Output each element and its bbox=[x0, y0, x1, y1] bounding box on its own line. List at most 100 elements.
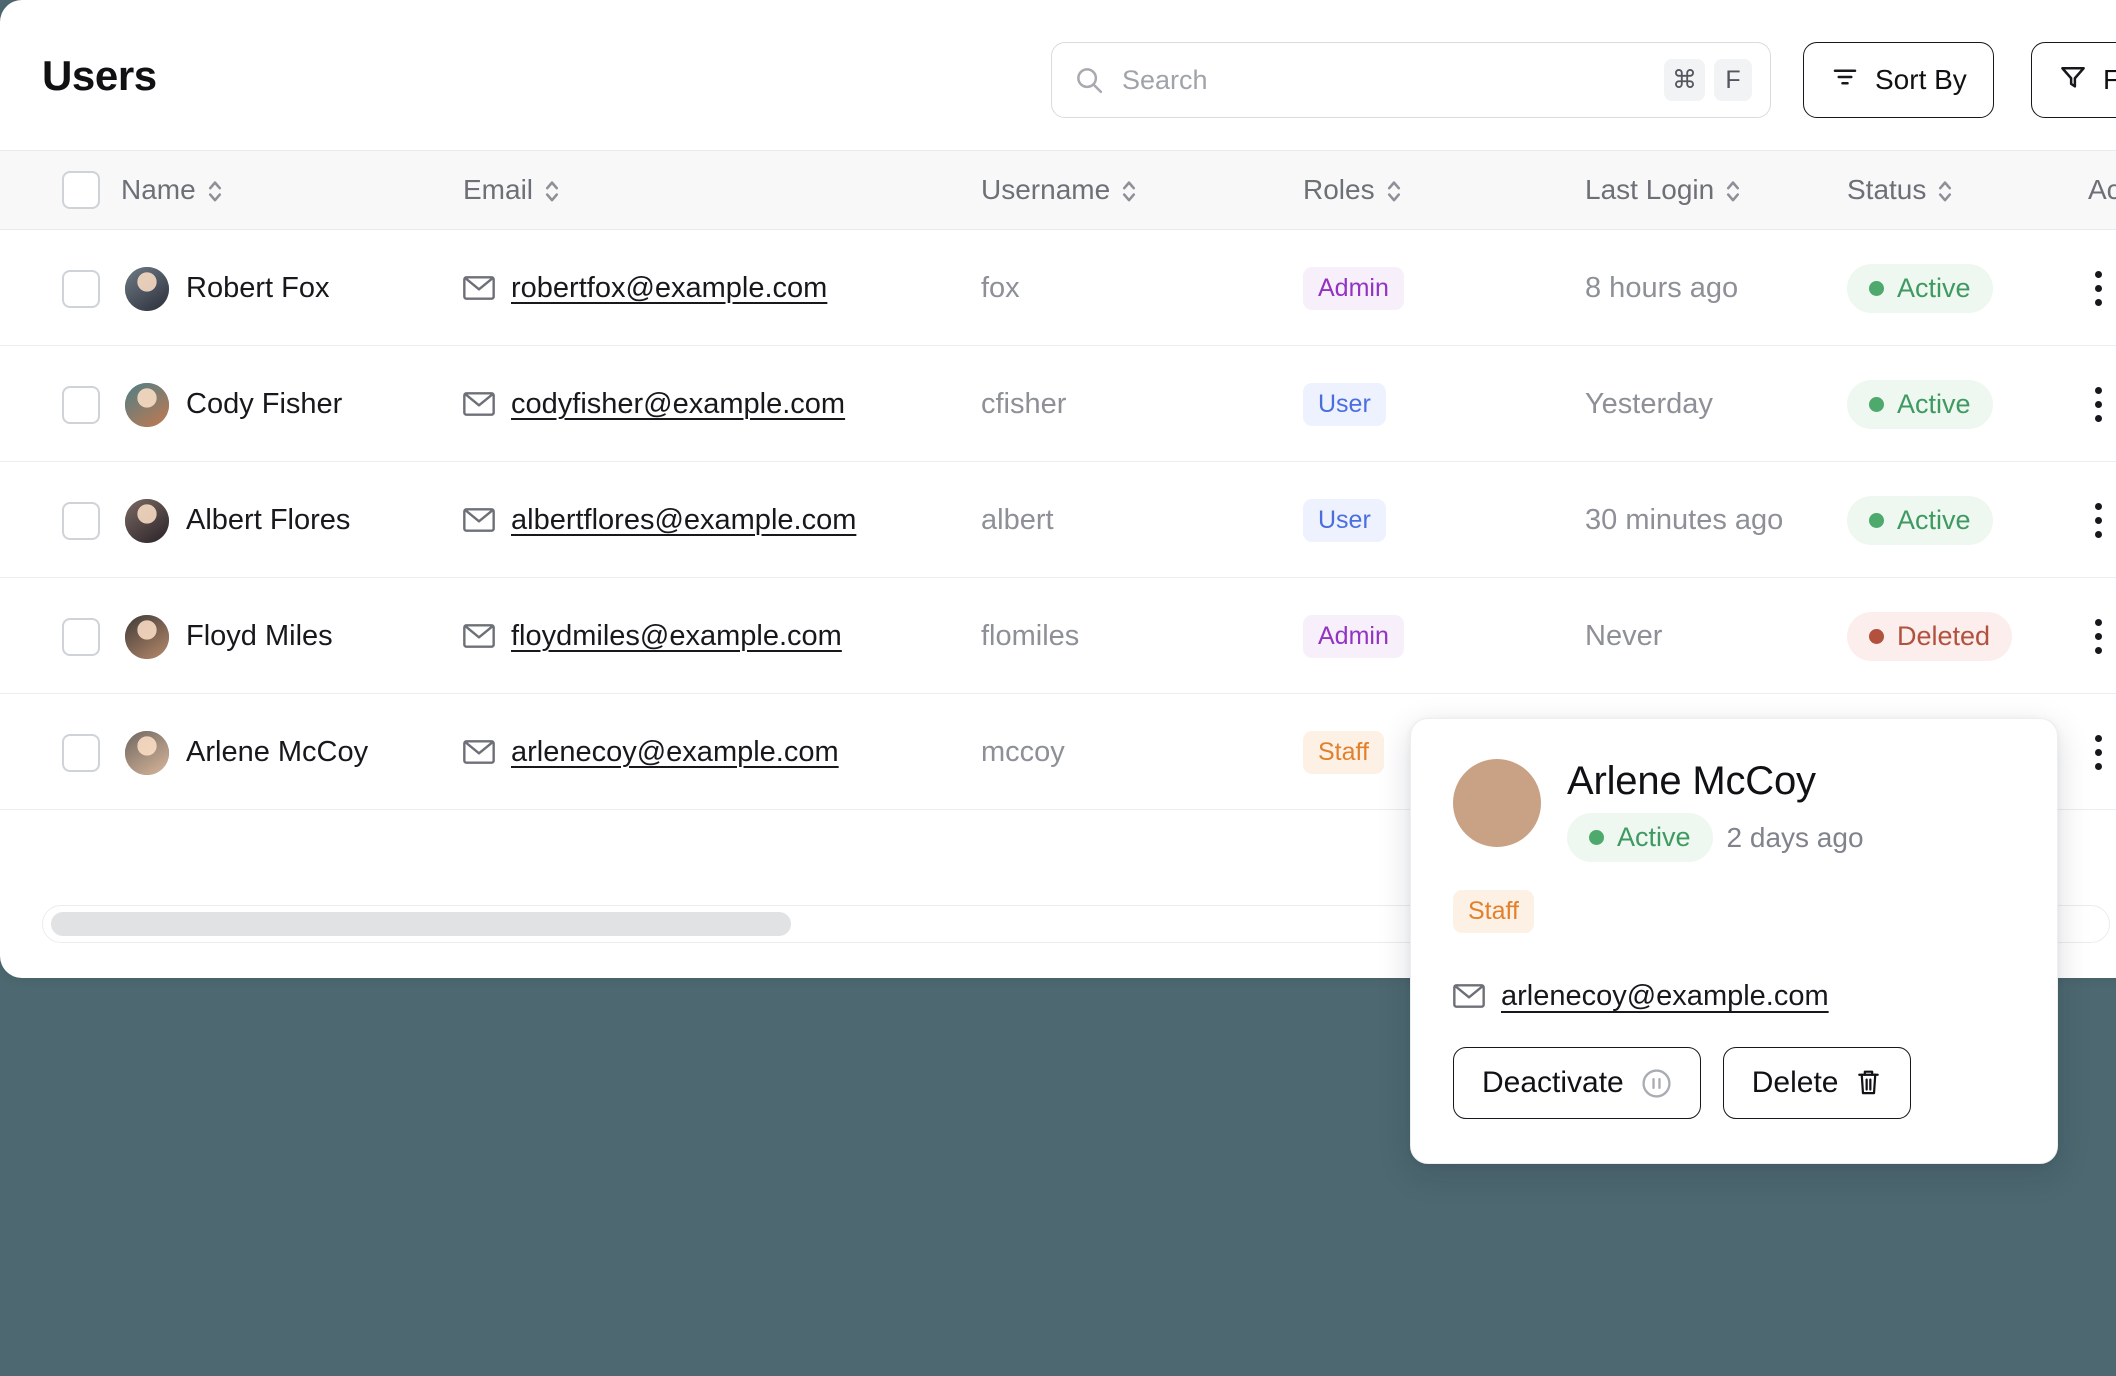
avatar bbox=[1453, 759, 1541, 847]
avatar bbox=[125, 382, 169, 427]
row-menu-icon[interactable] bbox=[2095, 387, 2102, 422]
row-checkbox[interactable] bbox=[62, 733, 100, 772]
cell-username: mccoy bbox=[981, 695, 1065, 810]
sort-toggle-icon bbox=[207, 177, 223, 203]
row-checkbox[interactable] bbox=[62, 385, 100, 424]
cell-roles: User bbox=[1303, 463, 1386, 578]
row-menu-icon[interactable] bbox=[2095, 619, 2102, 654]
filter-icon bbox=[2058, 62, 2088, 99]
table-row[interactable]: Cody Fisher codyfisher@example.com cfish… bbox=[0, 347, 2116, 462]
status-badge: Active bbox=[1847, 496, 1993, 545]
search-input[interactable]: Search ⌘ F bbox=[1051, 42, 1771, 118]
cell-roles: Admin bbox=[1303, 231, 1404, 346]
cell-name: Robert Fox bbox=[62, 231, 329, 346]
kbd-command: ⌘ bbox=[1664, 59, 1705, 101]
column-name-label: Name bbox=[121, 174, 196, 205]
status-dot-icon bbox=[1869, 281, 1884, 296]
cell-email: albertflores@example.com bbox=[463, 463, 856, 578]
table-header: Name Email Username Roles Last Login Sta… bbox=[0, 150, 2116, 230]
deactivate-button[interactable]: Deactivate bbox=[1453, 1047, 1701, 1119]
user-name: Albert Flores bbox=[186, 504, 351, 536]
delete-button[interactable]: Delete bbox=[1722, 1047, 1912, 1119]
cell-last-login: 30 minutes ago bbox=[1585, 463, 1783, 578]
cell-status: Active bbox=[1847, 347, 1993, 462]
sort-by-button[interactable]: Sort By bbox=[1803, 42, 1994, 118]
popover-user-name: Arlene McCoy bbox=[1567, 759, 1816, 803]
cell-email: floydmiles@example.com bbox=[463, 579, 842, 694]
email-link[interactable]: robertfox@example.com bbox=[511, 272, 827, 305]
user-name: Arlene McCoy bbox=[186, 736, 369, 768]
user-detail-popover: Arlene McCoy Active 2 days ago Staff arl… bbox=[1410, 718, 2058, 1164]
column-roles[interactable]: Roles bbox=[1303, 174, 1402, 206]
status-label: Active bbox=[1617, 822, 1691, 852]
row-menu-icon[interactable] bbox=[2095, 503, 2102, 538]
search-icon bbox=[1074, 65, 1104, 95]
cell-name: Albert Flores bbox=[62, 463, 350, 578]
last-login-value: Never bbox=[1585, 620, 1663, 652]
cell-email: arlenecoy@example.com bbox=[463, 695, 839, 810]
cell-actions bbox=[2095, 579, 2102, 694]
status-dot-icon bbox=[1869, 629, 1884, 644]
email-link[interactable]: floydmiles@example.com bbox=[511, 620, 842, 653]
filter-button[interactable]: F bbox=[2031, 42, 2116, 118]
row-checkbox[interactable] bbox=[62, 617, 100, 656]
cell-username: albert bbox=[981, 463, 1054, 578]
cell-status: Active bbox=[1847, 231, 1993, 346]
delete-label: Delete bbox=[1751, 1066, 1839, 1099]
email-link[interactable]: arlenecoy@example.com bbox=[511, 736, 839, 769]
user-name: Cody Fisher bbox=[186, 388, 343, 420]
scrollbar-thumb[interactable] bbox=[51, 912, 791, 936]
column-name[interactable]: Name bbox=[62, 171, 223, 209]
avatar bbox=[125, 730, 169, 775]
cell-roles: Staff bbox=[1303, 695, 1384, 810]
select-all-checkbox[interactable] bbox=[62, 171, 100, 209]
username-value: mccoy bbox=[981, 736, 1065, 768]
column-status[interactable]: Status bbox=[1847, 174, 1953, 206]
cell-username: fox bbox=[981, 231, 1020, 346]
cell-status: Active bbox=[1847, 463, 1993, 578]
column-email[interactable]: Email bbox=[463, 174, 560, 206]
user-name: Robert Fox bbox=[186, 272, 330, 304]
cell-actions bbox=[2095, 347, 2102, 462]
status-badge: Active bbox=[1847, 380, 1993, 429]
email-link[interactable]: albertflores@example.com bbox=[511, 504, 856, 537]
column-last-login[interactable]: Last Login bbox=[1585, 174, 1741, 206]
avatar bbox=[125, 266, 169, 311]
email-link[interactable]: codyfisher@example.com bbox=[511, 388, 845, 421]
cell-username: flomiles bbox=[981, 579, 1079, 694]
mail-icon bbox=[463, 391, 495, 418]
last-login-value: Yesterday bbox=[1585, 388, 1713, 420]
username-value: cfisher bbox=[981, 388, 1067, 420]
popover-email-link[interactable]: arlenecoy@example.com bbox=[1501, 980, 1829, 1013]
search-placeholder: Search bbox=[1122, 64, 1208, 95]
toolbar: Users Search ⌘ F Sort By F bbox=[0, 0, 2116, 150]
popover-header: Arlene McCoy Active 2 days ago bbox=[1453, 759, 2015, 862]
mail-icon bbox=[463, 507, 495, 534]
table-row[interactable]: Albert Flores albertflores@example.com a… bbox=[0, 463, 2116, 578]
status-badge: Active bbox=[1847, 264, 1993, 313]
user-name: Floyd Miles bbox=[186, 620, 333, 652]
cell-name: Arlene McCoy bbox=[62, 695, 368, 810]
role-badge: Staff bbox=[1303, 731, 1384, 774]
column-username[interactable]: Username bbox=[981, 174, 1137, 206]
row-checkbox[interactable] bbox=[62, 501, 100, 540]
kbd-f: F bbox=[1714, 59, 1752, 101]
table-row[interactable]: Floyd Miles floydmiles@example.com flomi… bbox=[0, 579, 2116, 694]
popover-roles: Staff bbox=[1453, 890, 2015, 933]
sort-by-label: Sort By bbox=[1875, 64, 1967, 95]
username-value: flomiles bbox=[981, 620, 1080, 652]
pause-circle-icon bbox=[1641, 1068, 1672, 1099]
row-menu-icon[interactable] bbox=[2095, 735, 2102, 770]
search-shortcut: ⌘ F bbox=[1664, 59, 1752, 101]
column-last-login-label: Last Login bbox=[1585, 174, 1715, 205]
popover-email-row: arlenecoy@example.com bbox=[1453, 980, 2015, 1013]
row-checkbox[interactable] bbox=[62, 269, 100, 308]
column-username-label: Username bbox=[981, 174, 1111, 205]
last-login-value: 8 hours ago bbox=[1585, 272, 1739, 304]
column-actions: Ac bbox=[2088, 174, 2116, 206]
cell-actions bbox=[2095, 231, 2102, 346]
row-menu-icon[interactable] bbox=[2095, 271, 2102, 306]
table-row[interactable]: Robert Fox robertfox@example.com fox Adm… bbox=[0, 231, 2116, 346]
page-title: Users bbox=[42, 52, 157, 99]
cell-actions bbox=[2095, 695, 2102, 810]
